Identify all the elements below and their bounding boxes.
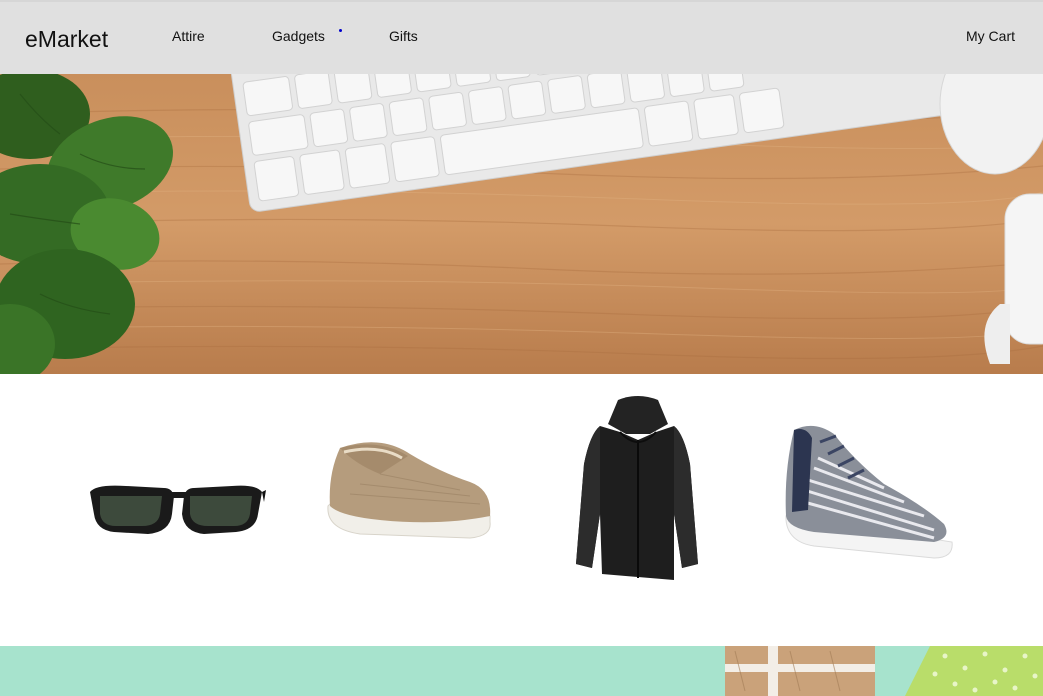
loafer-shoe-icon — [327, 442, 491, 539]
nav-link-my-cart[interactable]: My Cart — [966, 28, 1015, 44]
gift-boxes-illustration — [0, 646, 1043, 696]
hero-banner-image — [0, 74, 1043, 374]
sneaker-icon — [785, 425, 953, 559]
product-item[interactable] — [784, 420, 954, 565]
nav-link-gadgets[interactable]: Gadgets — [272, 28, 325, 44]
product-item[interactable] — [320, 434, 495, 544]
product-item[interactable] — [86, 474, 266, 544]
product-strip — [0, 374, 1043, 646]
hooded-jacket-icon — [576, 396, 698, 580]
sunglasses-icon — [90, 485, 266, 534]
focus-dot — [339, 29, 342, 32]
brand-logo-text[interactable]: eMarket — [25, 26, 108, 53]
product-item[interactable] — [570, 394, 705, 589]
top-navbar: eMarket Attire Gadgets Gifts My Cart — [0, 0, 1043, 74]
desk-scene-illustration — [0, 74, 1043, 374]
gifts-banner-image — [0, 646, 1043, 696]
nav-link-attire[interactable]: Attire — [172, 28, 205, 44]
gift-box-kraft — [725, 646, 875, 696]
nav-link-gifts[interactable]: Gifts — [389, 28, 418, 44]
